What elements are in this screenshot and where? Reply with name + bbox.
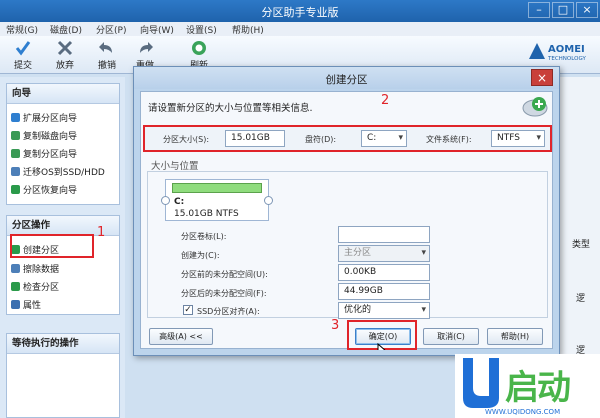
menu-disk[interactable]: 磁盘(D) [50,23,82,36]
pending-ops-title: 等待执行的操作 [7,334,119,354]
dialog-instruction: 请设置新分区的大小与位置等相关信息. [148,103,313,114]
menu-wizard[interactable]: 向导(W) [140,23,174,36]
menu-help[interactable]: 帮助(H) [232,23,264,36]
wipe-icon [11,264,20,273]
menu-settings[interactable]: 设置(S) [186,23,217,36]
extend-icon [11,113,20,122]
undo-button[interactable]: 撤销 [92,38,122,72]
wizard-item-label: 扩展分区向导 [23,114,78,124]
type-cell: 逻 [576,294,586,304]
wizard-item-label: 复制分区向导 [23,150,78,160]
partition-card-info: 15.01GB NTFS [174,209,239,219]
ssd-align-checkbox[interactable]: ✓ [183,305,193,315]
uqidong-url: WWW.UQIDONG.COM [485,408,561,416]
ops-item-label: 属性 [23,301,42,311]
size-position-title: 大小与位置 [151,161,199,172]
properties-icon [11,300,20,309]
migrate-icon [11,167,20,176]
wizard-item-label: 分区恢复向导 [23,186,78,196]
dialog-body: 请设置新分区的大小与位置等相关信息. 2 分区大小(S): 15.01GB 盘符… [140,91,553,350]
create-as-label: 创建为(C): [181,251,220,260]
submit-button[interactable]: 提交 [8,38,38,72]
discard-label: 放弃 [55,61,74,71]
ssd-align-select[interactable]: 优化的 [338,302,430,319]
window-title: 分区助手专业版 [261,6,339,19]
wizard-item-label: 复制磁盘向导 [23,132,78,142]
annotation-number-3: 3 [331,318,340,333]
wizard-copy-disk[interactable]: 复制磁盘向导 [11,129,77,143]
dialog-close-button[interactable]: × [531,69,553,86]
dialog-titlebar: 创建分区 × [134,67,559,89]
wizard-group-title: 向导 [7,84,119,104]
minimize-button[interactable]: – [528,2,550,18]
wizard-item-label: 迁移OS到SSD/HDD [23,168,105,178]
brand-watermark: 启动 WWW.UQIDONG.COM [455,354,600,418]
partition-usage-bar [172,183,262,193]
check-partition-icon [11,282,20,291]
annotation-box-2 [143,125,552,152]
close-window-button[interactable]: × [576,2,598,18]
aomei-logo-subtext: TECHNOLOGY [548,56,586,62]
wipe-data-item[interactable]: 擦除数据 [11,262,59,276]
menu-general[interactable]: 常规(G) [6,23,38,36]
dialog-title: 创建分区 [325,74,368,86]
annotation-number-2: 2 [381,93,390,108]
volume-label-label: 分区卷标(L): [181,232,227,241]
help-button[interactable]: 帮助(H) [487,328,543,345]
wizard-partition-recovery[interactable]: 分区恢复向导 [11,183,77,197]
x-icon [56,39,74,57]
partition-card[interactable]: C: 15.01GB NTFS [165,179,269,221]
uqidong-logo-text: 启动 [505,368,571,408]
type-column-header: 类型 [572,240,591,250]
wizard-extend-partition[interactable]: 扩展分区向导 [11,111,77,125]
check-icon [14,39,32,57]
copy-partition-icon [11,149,20,158]
resize-handle-left[interactable] [161,196,170,205]
wizard-group: 向导 扩展分区向导 复制磁盘向导 复制分区向导 迁移OS到SSD/HDD 分区恢… [6,83,120,205]
create-partition-dialog: 创建分区 × 请设置新分区的大小与位置等相关信息. 2 分区大小(S): 15.… [133,66,560,356]
create-as-value: 主分区 [344,248,372,258]
before-space-label: 分区前的未分配空间(U): [181,270,268,279]
mouse-cursor-icon [377,343,389,350]
ssd-align-value: 优化的 [344,305,372,315]
menu-bar: 常规(G) 磁盘(D) 分区(P) 向导(W) 设置(S) 帮助(H) [0,22,600,36]
volume-label-input[interactable] [338,226,430,243]
redo-icon [136,39,154,57]
create-as-select[interactable]: 主分区 [338,245,430,262]
properties-item[interactable]: 属性 [11,298,41,312]
check-partition-item[interactable]: 检查分区 [11,280,59,294]
ops-item-label: 检查分区 [23,283,60,293]
annotation-number-1: 1 [97,225,106,240]
submit-label: 提交 [13,61,32,71]
ops-item-label: 擦除数据 [23,265,60,275]
undo-icon [98,39,116,57]
cancel-button[interactable]: 取消(C) [423,328,479,345]
pending-ops-group: 等待执行的操作 [6,333,120,418]
left-panel: 向导 扩展分区向导 复制磁盘向导 复制分区向导 迁移OS到SSD/HDD 分区恢… [0,77,125,418]
partition-card-name: C: [174,197,185,207]
advanced-button[interactable]: 高级(A) << [149,328,213,345]
ssd-align-label: SSD分区对齐(A): [197,307,260,316]
window-titlebar: 分区助手专业版 – □ × [0,0,600,22]
before-space-input[interactable]: 0.00KB [338,264,430,281]
after-space-input[interactable]: 44.99GB [338,283,430,300]
after-space-label: 分区后的未分配空间(F): [181,289,267,298]
aomei-logo-icon [529,43,545,59]
resize-handle-right[interactable] [264,196,273,205]
add-partition-icon [522,95,548,117]
undo-label: 撤销 [97,61,116,71]
aomei-logo-text: AOMEI [548,44,585,55]
menu-partition[interactable]: 分区(P) [96,23,126,36]
discard-button[interactable]: 放弃 [50,38,80,72]
annotation-box-1 [10,234,94,258]
refresh-icon [190,39,208,57]
copy-disk-icon [11,131,20,140]
wizard-copy-partition[interactable]: 复制分区向导 [11,147,77,161]
maximize-button[interactable]: □ [552,2,574,18]
wizard-migrate-os[interactable]: 迁移OS到SSD/HDD [11,165,105,179]
recovery-icon [11,185,20,194]
